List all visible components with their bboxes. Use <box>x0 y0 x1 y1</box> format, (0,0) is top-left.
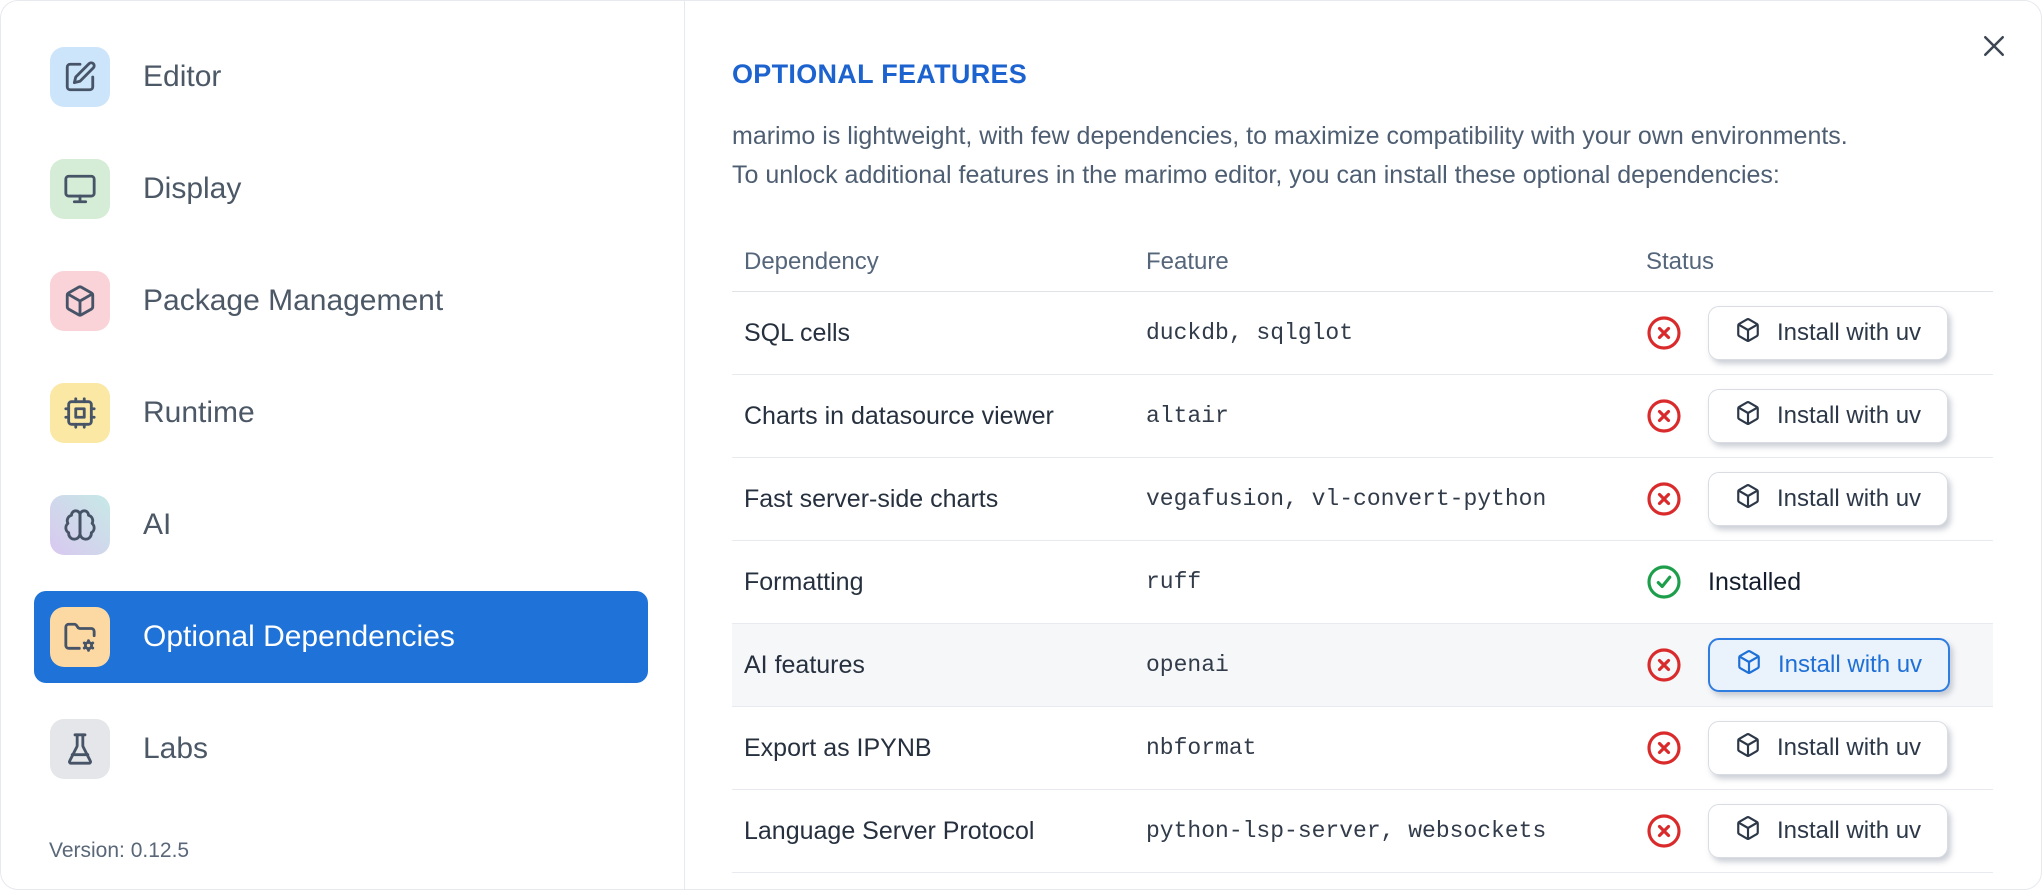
install-button-label: Install with uv <box>1777 319 1922 346</box>
feature-cell: vegafusion, vl-convert-python <box>1146 486 1547 512</box>
sidebar-item-ai[interactable]: AI <box>34 479 648 571</box>
status-cell: Install with uv <box>1634 472 1993 526</box>
feature-cell: openai <box>1146 652 1229 678</box>
close-button[interactable] <box>1976 29 2012 65</box>
sidebar-item-label: Package Management <box>143 284 444 317</box>
install-button-label: Install with uv <box>1777 402 1922 429</box>
circle-x-icon <box>1646 398 1682 434</box>
install-button-label: Install with uv <box>1778 651 1923 678</box>
sidebar-item-label: Display <box>143 172 242 205</box>
table-header-row: Dependency Feature Status <box>732 233 1993 292</box>
settings-sidebar: Editor Display Package Management Runtim… <box>1 1 685 889</box>
circle-x-icon <box>1646 730 1682 766</box>
table-row: Formatting ruff Installed <box>732 541 1993 624</box>
package-icon <box>1735 732 1761 765</box>
circle-x-icon <box>1646 481 1682 517</box>
status-cell: Install with uv <box>1634 306 1993 360</box>
feature-cell: altair <box>1146 403 1229 429</box>
page-title: OPTIONAL FEATURES <box>732 59 1028 89</box>
flask-icon <box>50 719 110 779</box>
status-cell: Install with uv <box>1634 804 1993 858</box>
circle-x-icon <box>1646 813 1682 849</box>
table-row: AI features openai Install with uv <box>732 624 1993 707</box>
install-with-uv-button[interactable]: Install with uv <box>1708 721 1949 775</box>
brain-icon <box>50 495 110 555</box>
package-icon <box>1735 815 1761 848</box>
column-header-feature: Feature <box>1146 248 1229 275</box>
status-cell: Installed <box>1634 564 1993 600</box>
package-icon <box>1735 400 1761 433</box>
dependency-cell: Formatting <box>744 567 864 596</box>
close-icon <box>1979 31 2009 64</box>
dependencies-table: Dependency Feature Status SQL cells duck… <box>732 233 1993 873</box>
sidebar-item-label: Optional Dependencies <box>143 620 455 653</box>
feature-cell: nbformat <box>1146 735 1257 761</box>
table-body: SQL cells duckdb, sqlglot Install with u… <box>732 292 1993 873</box>
column-header-dependency: Dependency <box>744 248 879 275</box>
dependency-cell: SQL cells <box>744 318 851 347</box>
version-label: Version: 0.12.5 <box>49 839 190 862</box>
sidebar-item-package-management[interactable]: Package Management <box>34 255 648 347</box>
sidebar-item-label: Labs <box>143 732 209 765</box>
feature-cell: python-lsp-server, websockets <box>1146 818 1547 844</box>
install-with-uv-button[interactable]: Install with uv <box>1708 389 1949 443</box>
sidebar-item-labs[interactable]: Labs <box>34 703 648 795</box>
column-header-status: Status <box>1646 248 1715 275</box>
folder-cog-icon <box>50 607 110 667</box>
monitor-icon <box>50 159 110 219</box>
feature-cell: ruff <box>1146 569 1202 595</box>
dependency-cell: Export as IPYNB <box>744 733 932 762</box>
install-button-label: Install with uv <box>1777 485 1922 512</box>
install-with-uv-button[interactable]: Install with uv <box>1708 306 1949 360</box>
table-row: SQL cells duckdb, sqlglot Install with u… <box>732 292 1993 375</box>
circle-x-icon <box>1646 315 1682 351</box>
package-icon <box>1736 649 1762 682</box>
sidebar-item-label: Editor <box>143 60 222 93</box>
status-cell: Install with uv <box>1634 638 1993 692</box>
cpu-icon <box>50 383 110 443</box>
description-line-1: marimo is lightweight, with few dependen… <box>732 122 1848 150</box>
dependency-cell: Charts in datasource viewer <box>744 401 1054 430</box>
dependency-cell: Fast server-side charts <box>744 484 999 513</box>
sidebar-item-label: AI <box>143 508 172 541</box>
table-row: Language Server Protocol python-lsp-serv… <box>732 790 1993 873</box>
table-row: Export as IPYNB nbformat Install with uv <box>732 707 1993 790</box>
sidebar-item-list: Editor Display Package Management Runtim… <box>1 31 684 795</box>
sidebar-item-label: Runtime <box>143 396 255 429</box>
install-with-uv-button[interactable]: Install with uv <box>1708 472 1949 526</box>
package-icon <box>1735 317 1761 350</box>
install-with-uv-button[interactable]: Install with uv <box>1708 804 1949 858</box>
settings-dialog: Editor Display Package Management Runtim… <box>0 0 2042 890</box>
description-line-2: To unlock additional features in the mar… <box>732 161 1780 189</box>
installed-label: Installed <box>1708 567 1802 596</box>
square-pen-icon <box>50 47 110 107</box>
dependency-cell: AI features <box>744 650 865 679</box>
install-button-label: Install with uv <box>1777 817 1922 844</box>
box-icon <box>50 271 110 331</box>
table-row: Fast server-side charts vegafusion, vl-c… <box>732 458 1993 541</box>
circle-x-icon <box>1646 647 1682 683</box>
dependency-cell: Language Server Protocol <box>744 816 1035 845</box>
table-row: Charts in datasource viewer altair Insta… <box>732 375 1993 458</box>
package-icon <box>1735 483 1761 516</box>
status-cell: Install with uv <box>1634 389 1993 443</box>
optional-features-panel: OPTIONAL FEATURES marimo is lightweight,… <box>686 1 2041 889</box>
sidebar-item-optional-dependencies[interactable]: Optional Dependencies <box>34 591 648 683</box>
sidebar-item-editor[interactable]: Editor <box>34 31 648 123</box>
install-with-uv-button[interactable]: Install with uv <box>1708 638 1951 692</box>
status-cell: Install with uv <box>1634 721 1993 775</box>
sidebar-item-display[interactable]: Display <box>34 143 648 235</box>
feature-cell: duckdb, sqlglot <box>1146 320 1354 346</box>
sidebar-item-runtime[interactable]: Runtime <box>34 367 648 459</box>
circle-check-icon <box>1646 564 1682 600</box>
install-button-label: Install with uv <box>1777 734 1922 761</box>
